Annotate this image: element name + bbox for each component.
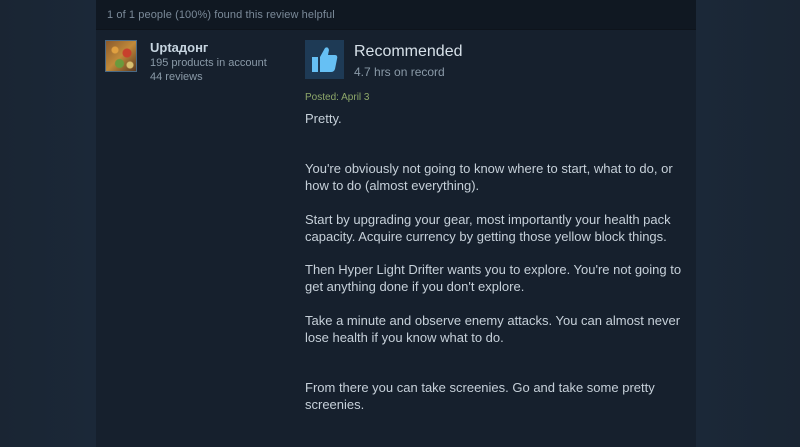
review-paragraph: You're obviously not going to know where… [305,161,673,193]
thumbs-up-icon [305,40,344,79]
vote-header[interactable]: Recommended 4.7 hrs on record [305,40,690,80]
review-paragraph: From there you can take screenies. Go an… [305,380,655,412]
review-paragraph: Then Hyper Light Drifter wants you to ex… [305,262,682,294]
helpful-bar: 1 of 1 people (100%) found this review h… [96,0,696,30]
review-page: 1 of 1 people (100%) found this review h… [0,0,800,447]
vote-title[interactable]: Recommended [354,43,463,61]
review-paragraph: Pretty. [305,111,342,126]
author-name[interactable]: Uptaдонг [150,40,208,55]
avatar[interactable] [105,40,137,72]
posted-date: Posted: April 3 [305,92,370,103]
author-reviews-count[interactable]: 44 reviews [150,71,203,83]
review-body: Pretty. You're obviously not going to kn… [305,110,690,413]
helpful-count-text: 1 of 1 people (100%) found this review h… [107,9,335,21]
hours-on-record: 4.7 hrs on record [354,65,445,79]
author-block[interactable]: Uptaдонг 195 products in account 44 revi… [105,40,290,83]
author-products-count[interactable]: 195 products in account [150,57,267,69]
review-paragraph: Start by upgrading your gear, most impor… [305,212,671,244]
review-paragraph: Take a minute and observe enemy attacks.… [305,313,681,345]
